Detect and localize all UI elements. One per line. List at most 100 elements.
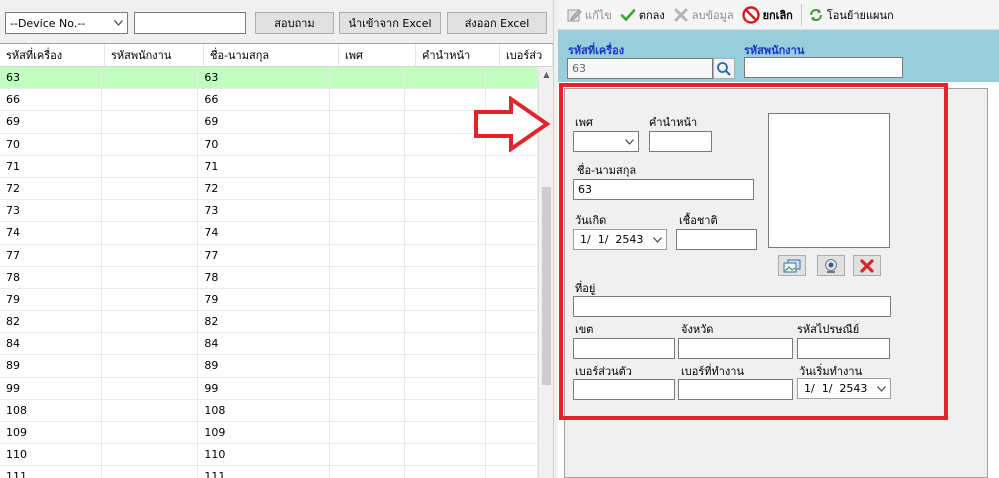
table-cell: 72 <box>198 177 330 200</box>
refresh-icon <box>809 8 822 21</box>
column-header[interactable]: ชื่อ-นามสกุล <box>204 44 339 67</box>
table-cell <box>405 155 487 178</box>
table-cell: 74 <box>198 222 330 245</box>
column-header[interactable]: เบอร์ส่ว <box>500 44 553 67</box>
table-cell: 111 <box>198 466 330 478</box>
table-cell: 99 <box>0 377 103 400</box>
column-header[interactable]: เพศ <box>339 44 416 67</box>
grid-rows: 63 63 66 66 69 69 70 70 71 71 72 72 73 73 74 74 77 77 78 78… <box>0 67 538 478</box>
edit-button[interactable]: แก้ไข <box>566 6 612 24</box>
ok-label: ตกลง <box>638 8 665 22</box>
table-cell <box>330 466 405 478</box>
table-row[interactable]: 89 89 <box>0 355 538 378</box>
scroll-up-icon[interactable]: ▲ <box>539 67 553 82</box>
table-cell: 84 <box>198 333 330 356</box>
table-cell: 89 <box>198 355 330 378</box>
table-cell <box>330 444 405 467</box>
column-header[interactable]: รหัสที่เครื่อง <box>0 44 105 67</box>
employee-id-field[interactable] <box>744 57 903 78</box>
table-cell <box>102 200 199 223</box>
import-excel-button[interactable]: นำเข้าจาก Excel <box>339 12 441 34</box>
transfer-department-button[interactable]: โอนย้ายแผนก <box>808 6 894 24</box>
table-cell <box>405 466 487 478</box>
table-row[interactable]: 71 71 <box>0 155 538 178</box>
table-row[interactable]: 73 73 <box>0 200 538 223</box>
table-row[interactable]: 69 69 <box>0 111 538 134</box>
table-row[interactable]: 77 77 <box>0 244 538 267</box>
table-cell: 71 <box>198 155 330 178</box>
transfer-label: โอนย้ายแผนก <box>826 8 894 22</box>
table-cell: 73 <box>0 200 103 223</box>
search-icon <box>717 61 731 76</box>
scrollbar-thumb[interactable] <box>542 187 551 385</box>
ok-button[interactable]: ตกลง <box>620 6 665 24</box>
table-cell: 108 <box>0 399 103 422</box>
table-row[interactable]: 108 108 <box>0 399 538 422</box>
lookup-button[interactable] <box>713 58 735 79</box>
table-cell <box>405 266 487 289</box>
delete-button[interactable]: ลบข้อมูล <box>673 6 734 24</box>
table-cell <box>405 244 487 267</box>
table-cell <box>486 244 538 267</box>
table-cell <box>330 377 405 400</box>
table-cell <box>330 133 405 156</box>
table-cell: 79 <box>198 288 330 311</box>
table-cell <box>486 444 538 467</box>
table-cell <box>486 266 538 289</box>
table-cell <box>405 200 487 223</box>
table-cell: 69 <box>0 111 103 134</box>
table-cell: 69 <box>198 111 330 134</box>
table-row[interactable]: 74 74 <box>0 222 538 245</box>
table-cell: 63 <box>198 67 330 89</box>
export-excel-button[interactable]: ส่งออก Excel <box>447 12 547 34</box>
table-cell: 89 <box>0 355 103 378</box>
column-header[interactable]: คำนำหน้า <box>416 44 500 67</box>
table-cell <box>405 333 487 356</box>
table-row[interactable]: 99 99 <box>0 377 538 400</box>
table-cell: 110 <box>0 444 103 467</box>
table-cell: 79 <box>0 288 103 311</box>
table-row[interactable]: 110 110 <box>0 444 538 467</box>
machine-id-label: รหัสที่เครื่อง <box>568 44 625 57</box>
device-select[interactable]: --Device No.-- <box>5 12 128 34</box>
table-cell: 99 <box>198 377 330 400</box>
table-row[interactable]: 84 84 <box>0 333 538 356</box>
delete-label: ลบข้อมูล <box>691 8 734 22</box>
table-row[interactable]: 63 63 <box>0 67 538 90</box>
machine-id-field[interactable]: 63 <box>567 58 713 79</box>
table-cell <box>486 222 538 245</box>
table-cell: 72 <box>0 177 103 200</box>
table-row[interactable]: 72 72 <box>0 177 538 201</box>
table-cell <box>102 444 199 467</box>
table-cell: 111 <box>0 466 103 478</box>
table-cell <box>405 355 487 378</box>
table-cell <box>330 111 405 134</box>
table-cell <box>405 444 487 467</box>
table-row[interactable]: 82 82 <box>0 311 538 334</box>
table-cell <box>102 177 199 200</box>
table-row[interactable]: 79 79 <box>0 288 538 312</box>
table-cell <box>405 288 487 311</box>
table-cell: 78 <box>0 266 103 289</box>
table-row[interactable]: 109 109 <box>0 422 538 445</box>
table-cell <box>102 67 199 89</box>
table-row[interactable]: 111 111 <box>0 466 538 478</box>
table-cell <box>405 399 487 422</box>
cancel-label: ยกเลิก <box>762 8 793 22</box>
table-row[interactable]: 70 70 <box>0 133 538 156</box>
table-cell <box>102 111 199 134</box>
cancel-button[interactable]: ยกเลิก <box>741 5 793 24</box>
search-input[interactable] <box>134 12 246 34</box>
table-cell <box>486 311 538 334</box>
search-button[interactable]: สอบถาม <box>255 12 334 34</box>
table-cell: 82 <box>0 311 103 334</box>
table-row[interactable]: 78 78 <box>0 266 538 289</box>
table-cell: 109 <box>198 422 330 444</box>
table-cell <box>330 355 405 378</box>
table-cell: 66 <box>0 89 103 112</box>
edit-label: แก้ไข <box>585 8 612 22</box>
column-header[interactable]: รหัสพนักงาน <box>105 44 204 67</box>
table-cell <box>330 266 405 289</box>
employee-grid[interactable]: รหัสที่เครื่อง รหัสพนักงาน ชื่อ-นามสกุล … <box>0 43 553 478</box>
table-row[interactable]: 66 66 <box>0 89 538 112</box>
